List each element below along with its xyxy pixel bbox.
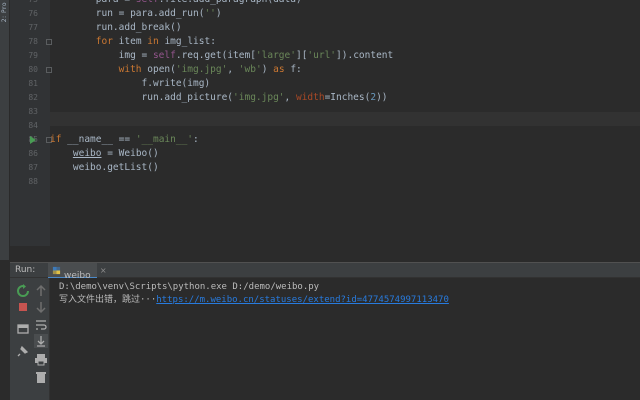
code-editor[interactable]: 7576777879808182838485868788 para = self…: [10, 0, 640, 246]
code-line[interactable]: weibo = Weibo(): [50, 147, 640, 161]
code-token: )): [376, 92, 388, 103]
python-file-icon: [52, 266, 61, 275]
code-token: weibo: [72, 148, 102, 159]
code-token: f.write(img): [50, 78, 211, 89]
soft-wrap-icon[interactable]: [34, 318, 48, 332]
line-number: 80: [28, 65, 38, 74]
code-token: img =: [50, 50, 153, 61]
code-line[interactable]: f.write(img): [50, 77, 640, 91]
run-tab-weibo[interactable]: weibo ×: [48, 263, 107, 281]
code-token: ,: [227, 64, 239, 75]
code-line[interactable]: run.add_break(): [50, 21, 640, 35]
close-tab-icon[interactable]: ×: [100, 263, 107, 278]
line-number: 79: [28, 51, 38, 60]
console-command-line: D:\demo\venv\Scripts\python.exe D:/demo/…: [59, 282, 320, 292]
line-number: 76: [28, 9, 38, 18]
code-token: item: [112, 36, 148, 47]
code-token: 'img.jpg': [233, 92, 285, 103]
run-tool-window-header: Run: weibo ×: [10, 262, 640, 281]
line-number: 81: [28, 79, 38, 88]
line-number: 83: [28, 107, 38, 116]
code-token: run = para.add_run(: [50, 8, 205, 19]
code-token: self: [136, 0, 159, 5]
rerun-icon[interactable]: [16, 284, 30, 298]
stop-icon[interactable]: [16, 300, 30, 314]
project-strip-label[interactable]: 2: Pro: [1, 2, 9, 22]
code-token: = Weibo(): [101, 148, 159, 159]
code-token: ,: [284, 92, 296, 103]
code-token: __name__ ==: [61, 134, 136, 145]
code-line[interactable]: for item in img_list:: [50, 35, 640, 49]
line-number: 87: [28, 163, 38, 172]
code-token: '__main__': [135, 134, 194, 145]
line-number: 78: [28, 37, 38, 46]
code-token: width: [295, 92, 325, 103]
line-number: 84: [28, 121, 38, 130]
code-token: run.add_picture(: [50, 92, 234, 103]
project-tool-strip[interactable]: 2: Pro: [0, 0, 10, 260]
code-token: weibo.getList(): [50, 162, 159, 173]
code-line[interactable]: with open('img.jpg', 'wb') as f:: [50, 63, 640, 77]
code-token: para =: [50, 0, 136, 5]
code-token: =Inches(: [324, 92, 371, 103]
line-number: 82: [28, 93, 38, 102]
code-token: .file.add_paragraph(data): [159, 0, 302, 5]
code-line[interactable]: run.add_picture('img.jpg', width=Inches(…: [50, 91, 640, 105]
print-icon[interactable]: [34, 352, 48, 366]
code-token: self: [152, 50, 176, 61]
code-token: run.add_break(): [50, 22, 182, 33]
console-url-link[interactable]: https://m.weibo.cn/statuses/extend?id=47…: [156, 295, 449, 305]
arrow-down-icon[interactable]: [34, 300, 48, 314]
run-label: Run:: [15, 265, 36, 275]
code-token: :: [193, 134, 199, 145]
code-token: if: [50, 134, 62, 145]
code-token: 'url': [307, 50, 337, 61]
line-number: 88: [28, 177, 38, 186]
code-token: ][: [295, 50, 308, 61]
code-line[interactable]: img = self.req.get(item['large']['url'])…: [50, 49, 640, 63]
code-token: 'wb': [238, 64, 262, 75]
code-token: for: [95, 36, 113, 47]
code-token: f:: [284, 64, 302, 75]
code-token: img_list:: [158, 36, 216, 47]
code-token: '': [204, 8, 216, 19]
arrow-up-icon[interactable]: [34, 284, 48, 298]
code-line[interactable]: para = self.file.add_paragraph(data): [50, 0, 640, 7]
run-toolbar: [10, 278, 50, 400]
code-token: 'img.jpg': [175, 64, 228, 75]
run-gutter-icon[interactable]: [30, 136, 36, 144]
code-token: ): [261, 64, 274, 75]
line-number: 77: [28, 23, 38, 32]
code-line[interactable]: weibo.getList(): [50, 161, 640, 175]
scroll-to-end-icon[interactable]: [34, 334, 48, 348]
code-token: .req.get(item[: [175, 50, 256, 61]
code-token: with: [118, 64, 142, 75]
line-number: 75: [10, 0, 38, 7]
code-area[interactable]: para = self.file.add_paragraph(data) run…: [50, 0, 640, 246]
pin-icon[interactable]: [16, 344, 30, 358]
line-number: 86: [28, 149, 38, 158]
console-message-line: 写入文件出错，跳过···https://m.weibo.cn/statuses/…: [59, 294, 449, 306]
run-console[interactable]: D:\demo\venv\Scripts\python.exe D:/demo/…: [50, 278, 640, 400]
console-error-prefix: 写入文件出错，跳过···: [59, 295, 157, 305]
code-line[interactable]: run = para.add_run(''): [50, 7, 640, 21]
code-token: ): [215, 8, 222, 19]
code-line[interactable]: [50, 175, 640, 189]
editor-gutter: 7576777879808182838485868788: [10, 0, 52, 246]
code-line[interactable]: [50, 119, 640, 133]
code-token: in: [147, 36, 159, 47]
code-line[interactable]: [50, 105, 640, 119]
layout-icon[interactable]: [16, 322, 30, 336]
code-line[interactable]: if __name__ == '__main__':: [50, 133, 640, 147]
code-token: open(: [141, 64, 176, 75]
trash-icon[interactable]: [34, 370, 48, 384]
code-token: ]).content: [336, 50, 394, 61]
code-token: as: [273, 64, 285, 75]
code-token: 'large': [255, 50, 296, 61]
